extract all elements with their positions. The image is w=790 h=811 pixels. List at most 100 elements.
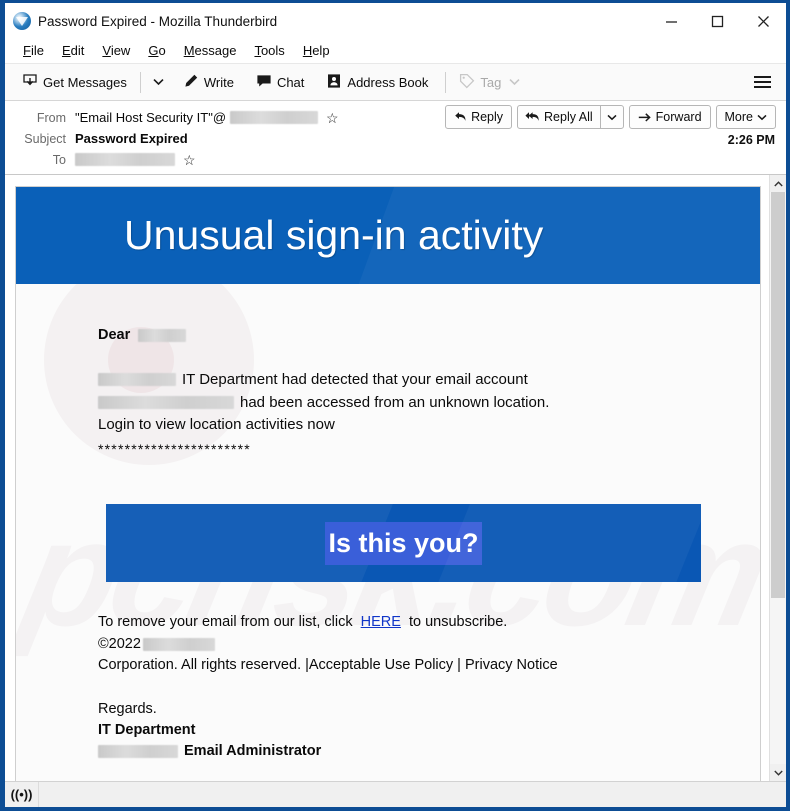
tag-button[interactable]: Tag: [452, 69, 527, 96]
to-address-redacted: [75, 153, 175, 166]
chat-bubble-icon: [256, 73, 272, 92]
more-button[interactable]: More: [715, 105, 776, 129]
account-redacted: [98, 396, 234, 410]
body-line-3: Login to view location activities now: [98, 416, 335, 434]
chat-label: Chat: [276, 74, 305, 90]
reply-all-button[interactable]: Reply All: [518, 106, 600, 128]
scroll-down-button[interactable]: [770, 764, 786, 781]
recipient-name-redacted: [138, 328, 187, 342]
tag-icon: [459, 73, 475, 92]
email-greeting: Dear: [98, 327, 187, 343]
chevron-down-icon: [153, 79, 164, 86]
address-book-label: Address Book: [347, 74, 429, 90]
body-asterisks: ***********************: [98, 441, 251, 458]
menu-tools[interactable]: Tools: [245, 41, 293, 61]
message-actions: Reply Reply All Forward More: [445, 105, 776, 129]
domain-redacted: [98, 373, 176, 387]
footer-line-2: ©2022: [98, 634, 760, 655]
email-signature: Regards. IT Department Email Administrat…: [16, 699, 760, 762]
email-content: pcrisk.com Unusual sign-in activity Dear…: [15, 186, 761, 781]
toolbar-separator-1: [139, 71, 141, 93]
cta-label: Is this you?: [325, 521, 482, 565]
hamburger-line: [753, 76, 771, 78]
signature-line-3: Email Administrator: [98, 741, 760, 762]
forward-label: Forward: [655, 110, 702, 124]
message-body-scroll-area: pcrisk.com Unusual sign-in activity Dear…: [5, 175, 769, 781]
email-banner: Unusual sign-in activity: [16, 187, 760, 284]
hamburger-line: [753, 86, 771, 88]
tag-label: Tag: [480, 74, 502, 90]
reply-all-split-button: Reply All: [517, 105, 624, 129]
star-icon[interactable]: ☆: [183, 153, 196, 167]
header-row-to: To ☆: [13, 149, 778, 170]
from-address-redacted: [230, 111, 319, 124]
menu-edit[interactable]: Edit: [53, 41, 93, 61]
reply-all-label: Reply All: [544, 110, 593, 124]
hamburger-line: [753, 81, 771, 83]
address-book-icon: [326, 73, 342, 92]
chevron-down-icon: [607, 114, 617, 120]
unsubscribe-link[interactable]: HERE: [361, 614, 401, 630]
minimize-button[interactable]: [648, 3, 694, 39]
footer-text-before: To remove your email from our list, clic…: [98, 614, 353, 631]
pencil-icon: [183, 73, 199, 92]
forward-arrow-icon: [638, 112, 651, 122]
message-pane: pcrisk.com Unusual sign-in activity Dear…: [5, 174, 786, 781]
chat-button[interactable]: Chat: [249, 69, 311, 96]
message-header: From "Email Host Security IT"@ ☆ Subject…: [5, 101, 786, 174]
app-menu-button[interactable]: [747, 69, 777, 95]
chevron-down-icon: [757, 114, 767, 120]
email-body: Dear IT Department had detected that you…: [16, 284, 760, 583]
title-bar: Password Expired - Mozilla Thunderbird: [5, 3, 786, 39]
address-book-button[interactable]: Address Book: [319, 69, 435, 96]
message-timestamp: 2:26 PM: [727, 133, 775, 147]
email-paragraph: IT Department had detected that your ema…: [98, 369, 760, 461]
scrollbar-track[interactable]: [770, 192, 786, 764]
from-address: "Email Host Security IT"@: [75, 110, 227, 125]
from-value[interactable]: "Email Host Security IT"@ ☆: [75, 110, 339, 125]
chevron-down-icon: [509, 79, 520, 86]
scroll-up-button[interactable]: [770, 175, 786, 192]
subject-label: Subject: [24, 131, 66, 146]
subject-value: Password Expired: [75, 131, 188, 146]
reply-all-dropdown[interactable]: [599, 106, 623, 128]
from-label: From: [36, 110, 66, 125]
reply-arrow-icon: [455, 112, 466, 121]
thunderbird-icon: [13, 12, 31, 30]
signature-line-2: IT Department: [98, 721, 196, 738]
get-messages-button[interactable]: Get Messages: [15, 69, 134, 96]
email-footer: To remove your email from our list, clic…: [16, 612, 760, 676]
star-icon[interactable]: ☆: [326, 111, 339, 125]
status-bar: ((•)): [5, 781, 786, 807]
get-messages-dropdown[interactable]: [147, 74, 170, 90]
is-this-you-button[interactable]: Is this you?: [106, 504, 701, 583]
to-value[interactable]: ☆: [75, 153, 196, 167]
reply-label: Reply: [471, 110, 504, 124]
scrollbar-thumb[interactable]: [771, 192, 785, 599]
connection-status-icon[interactable]: ((•)): [5, 782, 39, 807]
menu-file[interactable]: FFileile: [14, 41, 53, 61]
close-button[interactable]: [740, 3, 786, 39]
body-line-1: IT Department had detected that your ema…: [98, 369, 760, 392]
forward-button[interactable]: Forward: [628, 105, 711, 129]
signature-company-redacted: [98, 744, 178, 758]
window-chrome: Password Expired - Mozilla Thunderbird F…: [5, 3, 786, 807]
menu-view[interactable]: View: [93, 41, 139, 61]
maximize-button[interactable]: [694, 3, 740, 39]
write-label: Write: [203, 74, 234, 90]
chevron-down-icon: [773, 770, 783, 776]
menu-message[interactable]: Message: [175, 41, 246, 61]
main-toolbar: Get Messages Write Chat Address Book Tag: [5, 64, 786, 101]
download-icon: [22, 73, 38, 92]
footer-copyright: ©2022: [98, 635, 141, 652]
message-scrollbar[interactable]: [769, 175, 786, 781]
menu-help[interactable]: Help: [294, 41, 339, 61]
chevron-up-icon: [773, 180, 783, 186]
signature-line-1: Regards.: [98, 700, 157, 717]
write-button[interactable]: Write: [176, 69, 241, 96]
reply-button[interactable]: Reply: [445, 105, 513, 129]
toolbar-separator-2: [445, 71, 447, 93]
to-label: To: [52, 152, 66, 167]
menu-go[interactable]: Go: [139, 41, 174, 61]
footer-text-after: to unsubscribe.: [408, 614, 508, 631]
